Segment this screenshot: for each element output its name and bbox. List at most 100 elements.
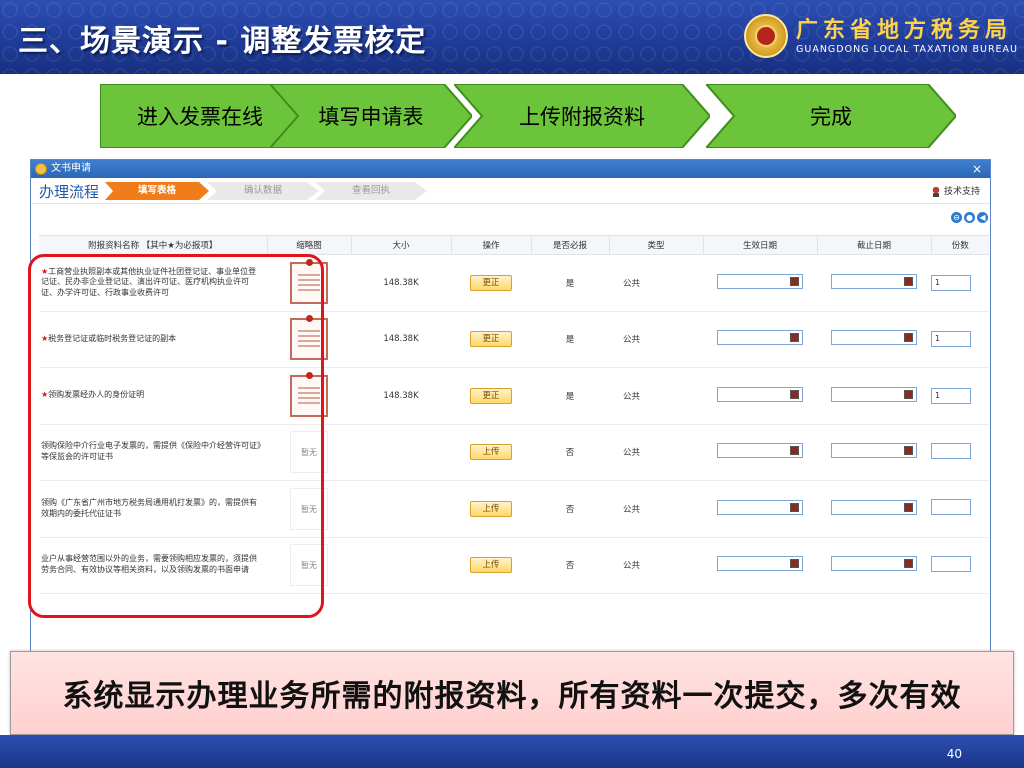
end-date-cell xyxy=(817,254,931,312)
count-cell: 1 xyxy=(931,254,989,312)
end-date-input[interactable] xyxy=(831,499,917,515)
window-titlebar: 文书申请 × xyxy=(31,160,990,178)
size-cell xyxy=(351,424,451,481)
flow-label: 办理流程 xyxy=(39,183,100,201)
caption-banner: 系统显示办理业务所需的附报资料，所有资料一次提交，多次有效 xyxy=(10,651,1014,735)
action-cell: 更正 xyxy=(451,367,531,425)
end-date-input[interactable] xyxy=(831,273,917,289)
type-cell: 公共 xyxy=(609,480,703,538)
start-date-cell xyxy=(703,537,817,594)
type-cell: 公共 xyxy=(609,537,703,594)
calendar-icon[interactable] xyxy=(904,276,913,286)
start-date-input[interactable] xyxy=(717,330,803,346)
start-date-input[interactable] xyxy=(717,499,803,515)
bureau-logo: 广东省地方税务局 GUANGDONG LOCAL TAXATION BUREAU xyxy=(744,12,1017,62)
count-input[interactable]: 1 xyxy=(931,274,971,291)
flow-bar: 办理流程 填写表格 确认数据 查看回执 技术支持 xyxy=(31,178,990,204)
size-cell: 148.38K xyxy=(351,367,451,425)
action-cell: 更正 xyxy=(451,254,531,312)
upload-button[interactable]: 上传 xyxy=(470,500,512,517)
back-icon[interactable]: ◀ xyxy=(977,212,988,223)
count-input[interactable]: 1 xyxy=(931,331,971,348)
required-cell: 是 xyxy=(531,254,609,312)
start-date-cell xyxy=(703,311,817,368)
end-date-input[interactable] xyxy=(831,386,917,402)
upload-button[interactable]: 上传 xyxy=(470,557,512,574)
bureau-name-en: GUANGDONG LOCAL TAXATION BUREAU xyxy=(796,44,1019,55)
tech-support-link[interactable]: 技术支持 xyxy=(931,184,980,197)
person-icon xyxy=(931,186,940,197)
end-date-input[interactable] xyxy=(831,556,917,572)
col-header-type: 类型 xyxy=(608,235,703,255)
count-input[interactable] xyxy=(931,442,971,459)
bureau-name-cn: 广东省地方税务局 xyxy=(796,18,1013,43)
start-date-input[interactable] xyxy=(717,443,803,459)
step-upload-attachments: 上传附报资料 xyxy=(454,84,710,148)
upload-button[interactable]: 上传 xyxy=(470,444,512,461)
col-header-required: 是否必报 xyxy=(530,235,609,255)
col-header-size: 大小 xyxy=(350,235,451,255)
step-label: 完成 xyxy=(810,105,852,129)
start-date-cell xyxy=(703,480,817,538)
col-header-start-date: 生效日期 xyxy=(702,235,817,255)
col-header-count: 份数 xyxy=(930,235,989,255)
calendar-icon[interactable] xyxy=(904,502,913,512)
end-date-cell xyxy=(817,311,931,368)
col-header-action: 操作 xyxy=(450,235,531,255)
calendar-icon[interactable] xyxy=(790,333,799,343)
col-header-name: 附报资料名称 【其中★为必报项】 xyxy=(39,235,267,255)
calendar-icon[interactable] xyxy=(904,333,913,343)
correct-button[interactable]: 更正 xyxy=(470,387,512,404)
process-steps: 进入发票在线 填写申请表 上传附报资料 完成 xyxy=(100,84,956,148)
flow-step-confirm-data[interactable]: 确认数据 xyxy=(207,182,319,200)
end-date-input[interactable] xyxy=(831,443,917,459)
correct-button[interactable]: 更正 xyxy=(470,331,512,348)
step-label: 填写申请表 xyxy=(318,105,424,129)
footer-band xyxy=(0,735,1024,768)
size-cell xyxy=(351,480,451,538)
start-date-input[interactable] xyxy=(717,556,803,572)
step-complete: 完成 xyxy=(706,84,956,148)
start-date-input[interactable] xyxy=(717,386,803,402)
count-input[interactable]: 1 xyxy=(931,387,971,404)
calendar-icon[interactable] xyxy=(904,446,913,456)
col-header-end-date: 截止日期 xyxy=(816,235,931,255)
action-cell: 上传 xyxy=(451,480,531,538)
end-date-cell xyxy=(817,424,931,481)
required-cell: 是 xyxy=(531,367,609,425)
flow-step-view-receipt[interactable]: 查看回执 xyxy=(315,182,427,200)
page-number: 40 xyxy=(946,747,962,761)
close-icon[interactable]: × xyxy=(972,160,982,178)
expand-icon[interactable]: ⊖ xyxy=(951,212,962,223)
count-input[interactable] xyxy=(931,555,971,572)
calendar-icon[interactable] xyxy=(790,559,799,569)
refresh-icon[interactable]: ● xyxy=(964,212,975,223)
correct-button[interactable]: 更正 xyxy=(470,274,512,291)
action-cell: 更正 xyxy=(451,311,531,368)
type-cell: 公共 xyxy=(609,367,703,425)
count-cell: 1 xyxy=(931,367,989,425)
flow-step-fill-form[interactable]: 填写表格 xyxy=(105,182,209,200)
calendar-icon[interactable] xyxy=(790,446,799,456)
attachments-highlight-box xyxy=(28,254,324,618)
action-cell: 上传 xyxy=(451,537,531,594)
calendar-icon[interactable] xyxy=(904,559,913,569)
count-cell xyxy=(931,424,989,481)
end-date-input[interactable] xyxy=(831,330,917,346)
count-cell xyxy=(931,480,989,538)
action-cell: 上传 xyxy=(451,424,531,481)
table-header-row: 附报资料名称 【其中★为必报项】 缩略图 大小 操作 是否必报 类型 生效日期 … xyxy=(39,235,989,255)
start-date-input[interactable] xyxy=(717,273,803,289)
required-cell: 否 xyxy=(531,537,609,594)
calendar-icon[interactable] xyxy=(790,389,799,399)
end-date-cell xyxy=(817,537,931,594)
calendar-icon[interactable] xyxy=(904,389,913,399)
calendar-icon[interactable] xyxy=(790,276,799,286)
count-input[interactable] xyxy=(931,499,971,516)
step-label: 进入发票在线 xyxy=(137,105,263,129)
end-date-cell xyxy=(817,480,931,538)
end-date-cell xyxy=(817,367,931,425)
size-cell xyxy=(351,537,451,594)
calendar-icon[interactable] xyxy=(790,502,799,512)
count-cell: 1 xyxy=(931,311,989,368)
